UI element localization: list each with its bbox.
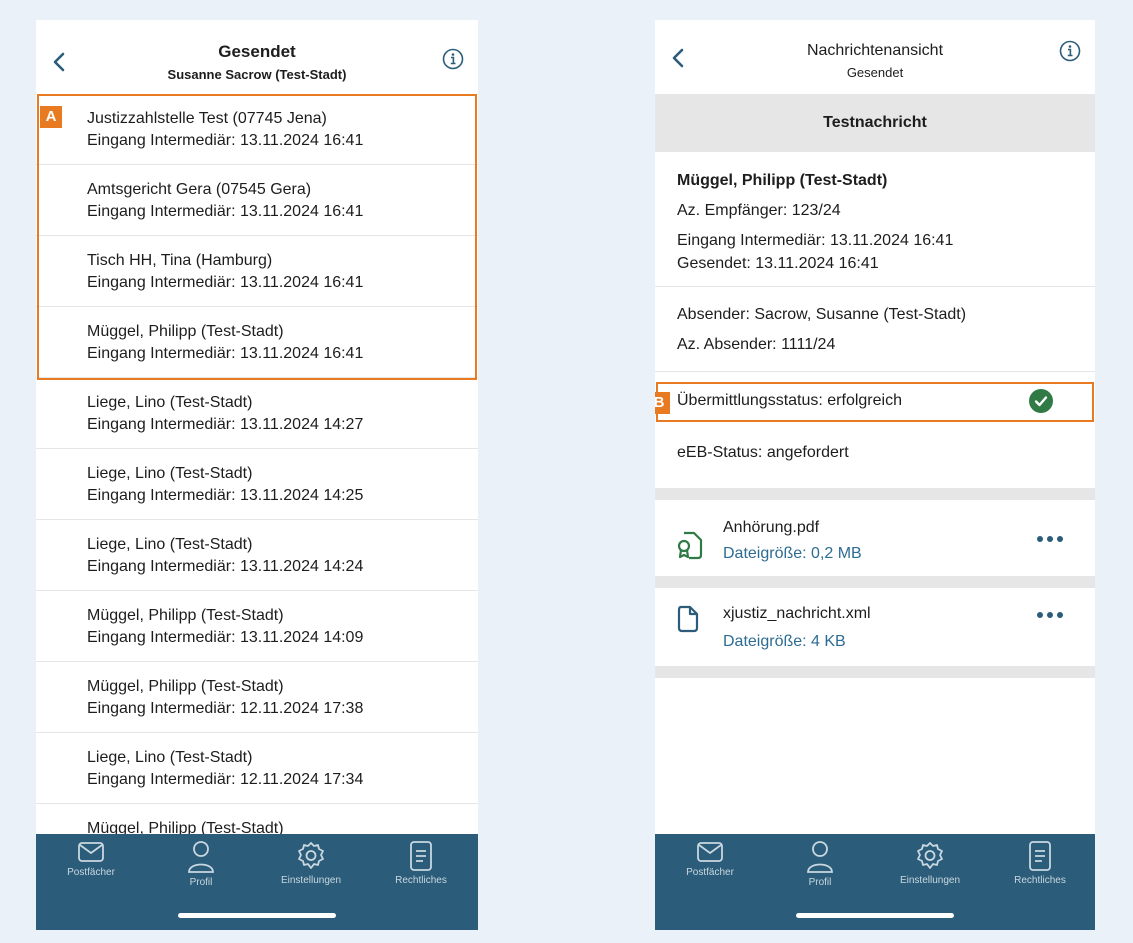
tab-label: Profil bbox=[189, 877, 213, 888]
message-recipient: Müggel, Philipp (Test-Stadt) bbox=[87, 678, 284, 695]
page-subtitle: Susanne Sacrow (Test-Stadt) bbox=[167, 67, 347, 82]
tab-postfaecher[interactable]: Postfächer bbox=[36, 840, 146, 878]
tab-label: Rechtliches bbox=[395, 875, 447, 886]
header: Gesendet Susanne Sacrow (Test-Stadt) bbox=[36, 20, 478, 94]
tab-bar: Postfächer Profil Einstellungen Rechtlic… bbox=[36, 834, 478, 930]
message-date: Eingang Intermediär: 13.11.2024 16:41 bbox=[87, 345, 364, 362]
divider bbox=[655, 371, 1095, 372]
callout-label-a: A bbox=[40, 106, 62, 128]
message-recipient: Liege, Lino (Test-Stadt) bbox=[87, 394, 253, 411]
more-options-icon[interactable] bbox=[1035, 610, 1065, 620]
document-icon bbox=[677, 605, 699, 633]
page-title: Gesendet bbox=[218, 42, 296, 61]
sender: Absender: Sacrow, Susanne (Test-Stadt) bbox=[677, 306, 967, 323]
attachment-size: Dateigröße: 0,2 MB bbox=[723, 545, 862, 562]
back-chevron-icon[interactable] bbox=[50, 50, 70, 74]
transmission-status: Übermittlungsstatus: erfolgreich bbox=[677, 392, 902, 409]
message-recipient: Tisch HH, Tina (Hamburg) bbox=[87, 252, 273, 269]
message-row[interactable]: Amtsgericht Gera (07545 Gera) Eingang In… bbox=[36, 165, 478, 236]
document-list-icon bbox=[1029, 841, 1051, 871]
tab-label: Profil bbox=[808, 877, 832, 888]
tab-label: Rechtliches bbox=[1014, 875, 1066, 886]
message-recipient: Liege, Lino (Test-Stadt) bbox=[87, 536, 253, 553]
message-date: Eingang Intermediär: 13.11.2024 16:41 bbox=[87, 274, 364, 291]
message-row[interactable]: Müggel, Philipp (Test-Stadt) Eingang Int… bbox=[36, 591, 478, 662]
success-check-icon bbox=[1029, 389, 1053, 413]
signed-document-icon bbox=[677, 531, 703, 560]
attachment-name: Anhörung.pdf bbox=[723, 519, 820, 536]
message-row[interactable]: Tisch HH, Tina (Hamburg) Eingang Interme… bbox=[36, 236, 478, 307]
message-row[interactable]: Liege, Lino (Test-Stadt) Eingang Interme… bbox=[36, 733, 478, 804]
tab-label: Einstellungen bbox=[899, 875, 961, 886]
gear-icon bbox=[298, 842, 324, 869]
tab-einstellungen[interactable]: Einstellungen bbox=[875, 840, 985, 886]
more-options-icon[interactable] bbox=[1035, 534, 1065, 544]
message-row[interactable]: Liege, Lino (Test-Stadt) Eingang Interme… bbox=[36, 378, 478, 449]
sender-reference: Az. Absender: 1111/24 bbox=[677, 336, 836, 353]
recipient-name: Müggel, Philipp (Test-Stadt) bbox=[677, 172, 888, 189]
page-title: Nachrichtenansicht bbox=[806, 42, 944, 59]
info-icon[interactable] bbox=[442, 48, 464, 70]
message-row[interactable]: Müggel, Philipp (Test-Stadt) Eingang Int… bbox=[36, 307, 478, 378]
message-list: Justizzahlstelle Test (07745 Jena) Einga… bbox=[36, 94, 478, 834]
attachment-name: xjustiz_nachricht.xml bbox=[723, 605, 871, 622]
section-gap bbox=[655, 576, 1095, 588]
callout-label-b: B bbox=[655, 392, 670, 414]
attachment-size: Dateigröße: 4 KB bbox=[723, 633, 846, 650]
message-date: Eingang Intermediär: 13.11.2024 14:25 bbox=[87, 487, 364, 504]
message-recipient: Liege, Lino (Test-Stadt) bbox=[87, 465, 253, 482]
message-subject: Testnachricht bbox=[655, 94, 1095, 152]
eeb-status: eEB-Status: angefordert bbox=[677, 444, 849, 461]
message-date: Eingang Intermediär: 12.11.2024 17:38 bbox=[87, 700, 364, 717]
intermediary-receipt: Eingang Intermediär: 13.11.2024 16:41 bbox=[677, 232, 954, 249]
info-icon[interactable] bbox=[1059, 40, 1081, 62]
tab-profil[interactable]: Profil bbox=[765, 840, 875, 888]
document-list-icon bbox=[410, 841, 432, 871]
tab-label: Postfächer bbox=[67, 867, 115, 878]
tab-profil[interactable]: Profil bbox=[146, 840, 256, 888]
message-recipient: Liege, Lino (Test-Stadt) bbox=[87, 749, 253, 766]
message-date: Eingang Intermediär: 13.11.2024 14:27 bbox=[87, 416, 364, 433]
message-date: Eingang Intermediär: 13.11.2024 14:09 bbox=[87, 629, 364, 646]
message-row[interactable]: Müggel, Philipp (Test-Stadt) Eingang Int… bbox=[36, 662, 478, 733]
sent-list-screen: Gesendet Susanne Sacrow (Test-Stadt) Jus… bbox=[36, 20, 478, 930]
message-recipient: Müggel, Philipp (Test-Stadt) bbox=[87, 820, 284, 834]
tab-einstellungen[interactable]: Einstellungen bbox=[256, 840, 366, 886]
tab-rechtliches[interactable]: Rechtliches bbox=[366, 840, 476, 886]
home-indicator bbox=[796, 913, 954, 918]
message-date: Eingang Intermediär: 13.11.2024 16:41 bbox=[87, 132, 364, 149]
message-row[interactable]: Liege, Lino (Test-Stadt) Eingang Interme… bbox=[36, 449, 478, 520]
mail-icon bbox=[78, 842, 104, 862]
message-date: Eingang Intermediär: 13.11.2024 14:24 bbox=[87, 558, 364, 575]
message-recipient: Müggel, Philipp (Test-Stadt) bbox=[87, 607, 284, 624]
message-date: Eingang Intermediär: 13.11.2024 16:41 bbox=[87, 203, 364, 220]
message-recipient: Müggel, Philipp (Test-Stadt) bbox=[87, 323, 284, 340]
sent-timestamp: Gesendet: 13.11.2024 16:41 bbox=[677, 255, 879, 272]
back-chevron-icon[interactable] bbox=[669, 46, 689, 70]
message-recipient: Amtsgericht Gera (07545 Gera) bbox=[87, 181, 312, 198]
recipient-reference: Az. Empfänger: 123/24 bbox=[677, 202, 841, 219]
tab-bar: Postfächer Profil Einstellungen Rechtlic… bbox=[655, 834, 1095, 930]
tab-label: Einstellungen bbox=[280, 875, 342, 886]
person-icon bbox=[807, 841, 833, 873]
tab-rechtliches[interactable]: Rechtliches bbox=[985, 840, 1095, 886]
page-subtitle: Gesendet bbox=[846, 65, 904, 80]
message-recipient: Justizzahlstelle Test (07745 Jena) bbox=[87, 110, 327, 127]
message-detail-screen: Nachrichtenansicht Gesendet Testnachrich… bbox=[655, 20, 1095, 930]
mail-icon bbox=[697, 842, 723, 862]
tab-label: Postfächer bbox=[686, 867, 734, 878]
divider bbox=[655, 286, 1095, 287]
header: Nachrichtenansicht Gesendet bbox=[655, 20, 1095, 94]
home-indicator bbox=[178, 913, 336, 918]
message-row[interactable]: Müggel, Philipp (Test-Stadt) bbox=[36, 804, 478, 834]
message-date: Eingang Intermediär: 12.11.2024 17:34 bbox=[87, 771, 364, 788]
section-gap bbox=[655, 488, 1095, 500]
section-gap bbox=[655, 666, 1095, 678]
message-row[interactable]: Justizzahlstelle Test (07745 Jena) Einga… bbox=[36, 94, 478, 165]
person-icon bbox=[188, 841, 214, 873]
tab-postfaecher[interactable]: Postfächer bbox=[655, 840, 765, 878]
message-row[interactable]: Liege, Lino (Test-Stadt) Eingang Interme… bbox=[36, 520, 478, 591]
gear-icon bbox=[917, 842, 943, 869]
